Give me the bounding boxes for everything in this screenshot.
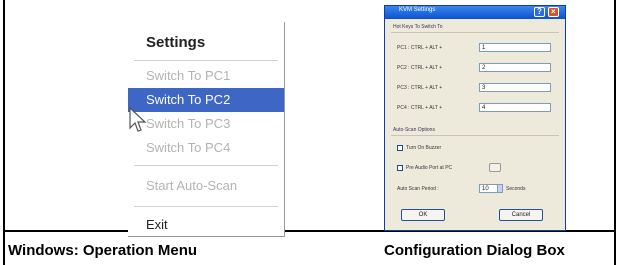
mouse-pointer-icon xyxy=(129,106,147,132)
pre-audio-label: Pre Audio Port at PC xyxy=(406,165,453,171)
ok-button[interactable]: OK xyxy=(401,209,445,221)
menu-item-settings[interactable]: Settings xyxy=(146,34,205,51)
seconds-label: Seconds xyxy=(506,186,526,192)
close-icon: × xyxy=(551,7,556,16)
auto-scan-period-label: Auto Scan Period : xyxy=(397,186,439,192)
frame-left-border xyxy=(3,0,5,265)
menu-item-exit[interactable]: Exit xyxy=(146,217,168,232)
dialog-title: KVM Settings xyxy=(399,7,436,13)
hotkey-pc4-label: PC4 : CTRL + ALT + xyxy=(397,105,443,111)
operation-menu: Settings Switch To PC1 Switch To PC2 Swi… xyxy=(128,22,285,237)
menu-item-switch-pc1[interactable]: Switch To PC1 xyxy=(128,64,284,88)
menu-separator xyxy=(134,206,278,207)
group-divider xyxy=(391,32,559,33)
help-button[interactable]: ? xyxy=(534,7,545,17)
close-button[interactable]: × xyxy=(548,7,559,17)
menu-item-start-auto-scan[interactable]: Start Auto-Scan xyxy=(128,174,284,198)
dialog-titlebar: KVM Settings ? × xyxy=(385,6,565,19)
configuration-dialog: KVM Settings ? × Hot Keys To Switch To P… xyxy=(384,5,566,231)
frame-right-border xyxy=(614,0,616,265)
hotkey-pc2-field[interactable]: 2 xyxy=(479,63,551,72)
menu-item-switch-pc3[interactable]: Switch To PC3 xyxy=(128,112,284,136)
menu-separator xyxy=(134,165,278,166)
group-divider xyxy=(391,135,559,136)
hotkey-pc1-field[interactable]: 1 xyxy=(479,43,551,52)
menu-item-switch-pc2[interactable]: Switch To PC2 xyxy=(128,88,284,112)
help-icon: ? xyxy=(537,7,542,16)
pre-audio-browse-button[interactable] xyxy=(489,163,501,172)
turn-on-buzzer-checkbox[interactable] xyxy=(397,145,403,151)
cancel-button[interactable]: Cancel xyxy=(499,209,543,221)
hotkey-pc4-field[interactable]: 4 xyxy=(479,103,551,112)
caption-operation-menu: Windows: Operation Menu xyxy=(8,242,198,259)
hotkey-group-label: Hot Keys To Switch To xyxy=(393,24,443,30)
menu-separator xyxy=(134,60,278,61)
hotkey-pc3-field[interactable]: 3 xyxy=(479,83,551,92)
hotkey-pc2-label: PC2 : CTRL + ALT + xyxy=(397,65,443,71)
scan-group-label: Auto-Scan Options xyxy=(393,127,435,133)
pre-audio-checkbox[interactable] xyxy=(397,165,403,171)
menu-item-switch-pc4[interactable]: Switch To PC4 xyxy=(128,136,284,160)
hotkey-pc3-label: PC3 : CTRL + ALT + xyxy=(397,85,443,91)
spinner-arrows-icon[interactable] xyxy=(497,184,503,193)
caption-configuration-dialog: Configuration Dialog Box xyxy=(384,242,565,259)
auto-scan-period-field[interactable]: 10 xyxy=(479,184,499,193)
hotkey-pc1-label: PC1 : CTRL + ALT + xyxy=(397,45,443,51)
turn-on-buzzer-label: Turn On Buzzer xyxy=(406,145,442,151)
